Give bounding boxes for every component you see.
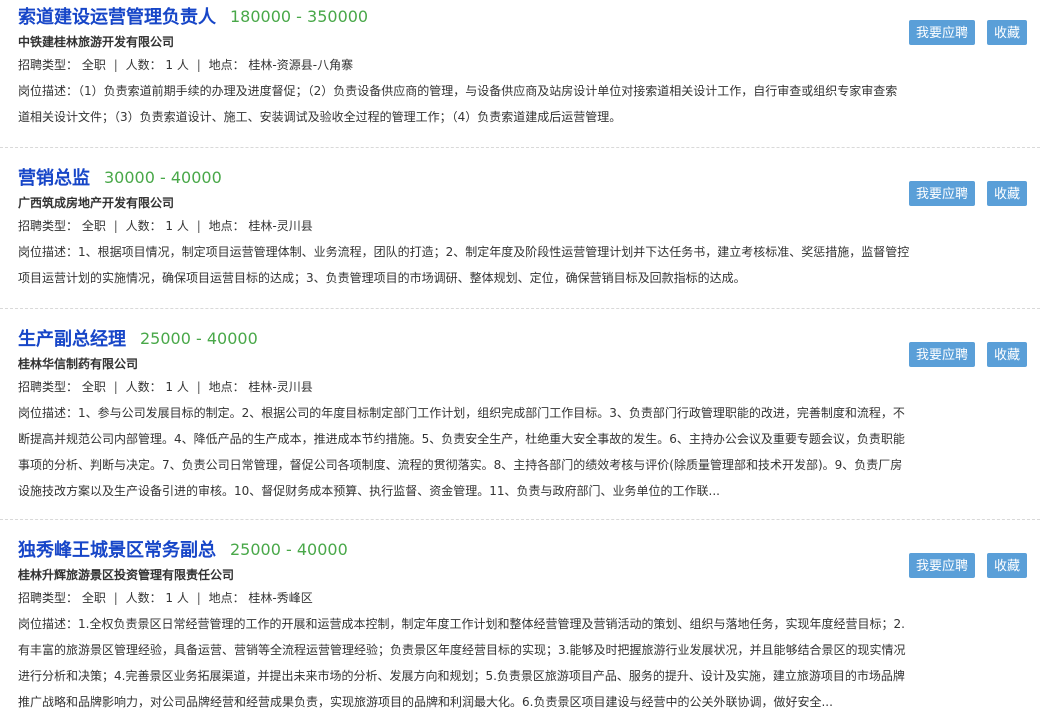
job-location: 桂林-秀峰区 bbox=[248, 591, 313, 605]
desc-line: 进行分析和决策；4.完善景区业务拓展渠道，并提出未来市场的分析、发展方向和规划；… bbox=[18, 669, 905, 683]
job-meta: 招聘类型： 全职 | 人数： 1 人 | 地点： 桂林-灵川县 bbox=[18, 213, 1026, 239]
company-name: 中铁建桂林旅游开发有限公司 bbox=[18, 35, 175, 49]
desc-line: 岗位描述：（1）负责索道前期手续的办理及进度督促；（2）负责设备供应商的管理，与… bbox=[18, 78, 1024, 104]
location-label: 地点： bbox=[208, 219, 245, 233]
location-label: 地点： bbox=[208, 380, 245, 394]
desc-line: 事项的分析、判断与决定。7、负责公司日常管理，督促公司各项制度、流程的贯彻落实。… bbox=[18, 458, 903, 472]
desc-text: （1）负责索道前期手续的办理及进度督促；（2）负责设备供应商的管理，与设备供应商… bbox=[78, 84, 898, 98]
meta-separator: | bbox=[196, 591, 201, 605]
desc-line: 设施技改方案以及生产设备引进的审核。10、督促财务成本预算、执行监督、资金管理。… bbox=[18, 484, 720, 498]
job-type: 全职 bbox=[81, 219, 106, 233]
meta-separator: | bbox=[113, 58, 118, 72]
job-description: 岗位描述：1、参与公司发展目标的制定。2、根据公司的年度目标制定部门工作计划，组… bbox=[18, 400, 1026, 504]
job-actions: 我要应聘 收藏 bbox=[909, 20, 1027, 45]
desc-line: 岗位描述：1、参与公司发展目标的制定。2、根据公司的年度目标制定部门工作计划，组… bbox=[18, 400, 1024, 426]
job-description: 岗位描述：1、根据项目情况，制定项目运营管理体制、业务流程，团队的打造；2、制定… bbox=[18, 239, 1026, 291]
count-label: 人数： bbox=[125, 58, 162, 72]
meta-separator: | bbox=[113, 380, 118, 394]
job-title-link[interactable]: 生产副总经理 bbox=[18, 325, 126, 351]
desc-text: 1.全权负责景区日常经营管理的工作的开展和运营成本控制，制定年度工作计划和整体经… bbox=[78, 617, 905, 631]
job-type: 全职 bbox=[81, 591, 106, 605]
job-title-row: 索道建设运营管理负责人 180000 - 350000 bbox=[18, 0, 1026, 32]
desc-text: 1、参与公司发展目标的制定。2、根据公司的年度目标制定部门工作计划，组织完成部门… bbox=[78, 406, 905, 420]
desc-line: 岗位描述：1、根据项目情况，制定项目运营管理体制、业务流程，团队的打造；2、制定… bbox=[18, 239, 1024, 265]
job-actions: 我要应聘 收藏 bbox=[909, 342, 1027, 367]
desc-label: 岗位描述： bbox=[18, 406, 79, 420]
meta-separator: | bbox=[196, 219, 201, 233]
job-card: 独秀峰王城景区常务副总 25000 - 40000 桂林升辉旅游景区投资管理有限… bbox=[0, 533, 1040, 713]
desc-line: 道相关设计文件；（3）负责索道设计、施工、安装调试及验收全过程的管理工作；（4）… bbox=[18, 110, 622, 124]
headcount: 1 人 bbox=[165, 58, 189, 72]
type-label: 招聘类型： bbox=[18, 380, 79, 394]
location-label: 地点： bbox=[208, 58, 245, 72]
job-title-row: 生产副总经理 25000 - 40000 bbox=[18, 322, 1026, 354]
favorite-button[interactable]: 收藏 bbox=[987, 181, 1027, 206]
count-label: 人数： bbox=[125, 591, 162, 605]
desc-line: 项目运营计划的实施情况，确保项目运营目标的达成；3、负责管理项目的市场调研、整体… bbox=[18, 271, 746, 285]
location-label: 地点： bbox=[208, 591, 245, 605]
job-actions: 我要应聘 收藏 bbox=[909, 181, 1027, 206]
job-meta: 招聘类型： 全职 | 人数： 1 人 | 地点： 桂林-灵川县 bbox=[18, 374, 1026, 400]
favorite-button[interactable]: 收藏 bbox=[987, 342, 1027, 367]
job-list: 索道建设运营管理负责人 180000 - 350000 中铁建桂林旅游开发有限公… bbox=[0, 0, 1049, 713]
apply-button[interactable]: 我要应聘 bbox=[909, 20, 975, 45]
job-description: 岗位描述：1.全权负责景区日常经营管理的工作的开展和运营成本控制，制定年度工作计… bbox=[18, 611, 1026, 713]
company-name: 广西筑成房地产开发有限公司 bbox=[18, 196, 175, 210]
job-title-link[interactable]: 营销总监 bbox=[18, 164, 90, 190]
apply-button[interactable]: 我要应聘 bbox=[909, 181, 975, 206]
job-location: 桂林-灵川县 bbox=[248, 219, 313, 233]
job-location: 桂林-灵川县 bbox=[248, 380, 313, 394]
meta-separator: | bbox=[196, 380, 201, 394]
headcount: 1 人 bbox=[165, 591, 189, 605]
desc-line: 有丰富的旅游景区管理经验，具备运营、营销等全流程运营管理经验；负责景区年度经营目… bbox=[18, 643, 906, 657]
job-description: 岗位描述：（1）负责索道前期手续的办理及进度督促；（2）负责设备供应商的管理，与… bbox=[18, 78, 1026, 130]
job-location: 桂林-资源县-八角寨 bbox=[248, 58, 354, 72]
favorite-button[interactable]: 收藏 bbox=[987, 20, 1027, 45]
job-title-row: 独秀峰王城景区常务副总 25000 - 40000 bbox=[18, 533, 1026, 565]
job-title-link[interactable]: 索道建设运营管理负责人 bbox=[18, 3, 216, 29]
job-type: 全职 bbox=[81, 58, 106, 72]
headcount: 1 人 bbox=[165, 219, 189, 233]
desc-label: 岗位描述： bbox=[18, 84, 79, 98]
desc-line: 断提高并规范公司内部管理。4、降低产品的生产成本，推进成本节约措施。5、负责安全… bbox=[18, 432, 905, 446]
job-card: 索道建设运营管理负责人 180000 - 350000 中铁建桂林旅游开发有限公… bbox=[0, 0, 1040, 148]
job-card: 生产副总经理 25000 - 40000 桂林华信制药有限公司 招聘类型： 全职… bbox=[0, 322, 1040, 520]
type-label: 招聘类型： bbox=[18, 219, 79, 233]
desc-line: 岗位描述：1.全权负责景区日常经营管理的工作的开展和运营成本控制，制定年度工作计… bbox=[18, 611, 1024, 637]
desc-label: 岗位描述： bbox=[18, 245, 79, 259]
meta-separator: | bbox=[113, 591, 118, 605]
job-actions: 我要应聘 收藏 bbox=[909, 553, 1027, 578]
job-meta: 招聘类型： 全职 | 人数： 1 人 | 地点： 桂林-资源县-八角寨 bbox=[18, 52, 1026, 78]
desc-label: 岗位描述： bbox=[18, 617, 79, 631]
salary-range: 25000 - 40000 bbox=[140, 328, 258, 348]
favorite-button[interactable]: 收藏 bbox=[987, 553, 1027, 578]
count-label: 人数： bbox=[125, 219, 162, 233]
salary-range: 30000 - 40000 bbox=[104, 167, 222, 187]
apply-button[interactable]: 我要应聘 bbox=[909, 342, 975, 367]
company-name: 桂林华信制药有限公司 bbox=[18, 357, 139, 371]
type-label: 招聘类型： bbox=[18, 58, 79, 72]
count-label: 人数： bbox=[125, 380, 162, 394]
desc-text: 1、根据项目情况，制定项目运营管理体制、业务流程，团队的打造；2、制定年度及阶段… bbox=[78, 245, 910, 259]
headcount: 1 人 bbox=[165, 380, 189, 394]
apply-button[interactable]: 我要应聘 bbox=[909, 553, 975, 578]
job-title-link[interactable]: 独秀峰王城景区常务副总 bbox=[18, 536, 216, 562]
meta-separator: | bbox=[113, 219, 118, 233]
salary-range: 180000 - 350000 bbox=[230, 6, 369, 26]
type-label: 招聘类型： bbox=[18, 591, 79, 605]
job-meta: 招聘类型： 全职 | 人数： 1 人 | 地点： 桂林-秀峰区 bbox=[18, 585, 1026, 611]
meta-separator: | bbox=[196, 58, 201, 72]
job-card: 营销总监 30000 - 40000 广西筑成房地产开发有限公司 招聘类型： 全… bbox=[0, 161, 1040, 309]
job-title-row: 营销总监 30000 - 40000 bbox=[18, 161, 1026, 193]
company-name: 桂林升辉旅游景区投资管理有限责任公司 bbox=[18, 568, 235, 582]
salary-range: 25000 - 40000 bbox=[230, 539, 348, 559]
job-type: 全职 bbox=[81, 380, 106, 394]
desc-line: 推广战略和品牌影响力，对公司品牌经营和经营成果负责，实现旅游项目的品牌和利润最大… bbox=[18, 695, 833, 709]
